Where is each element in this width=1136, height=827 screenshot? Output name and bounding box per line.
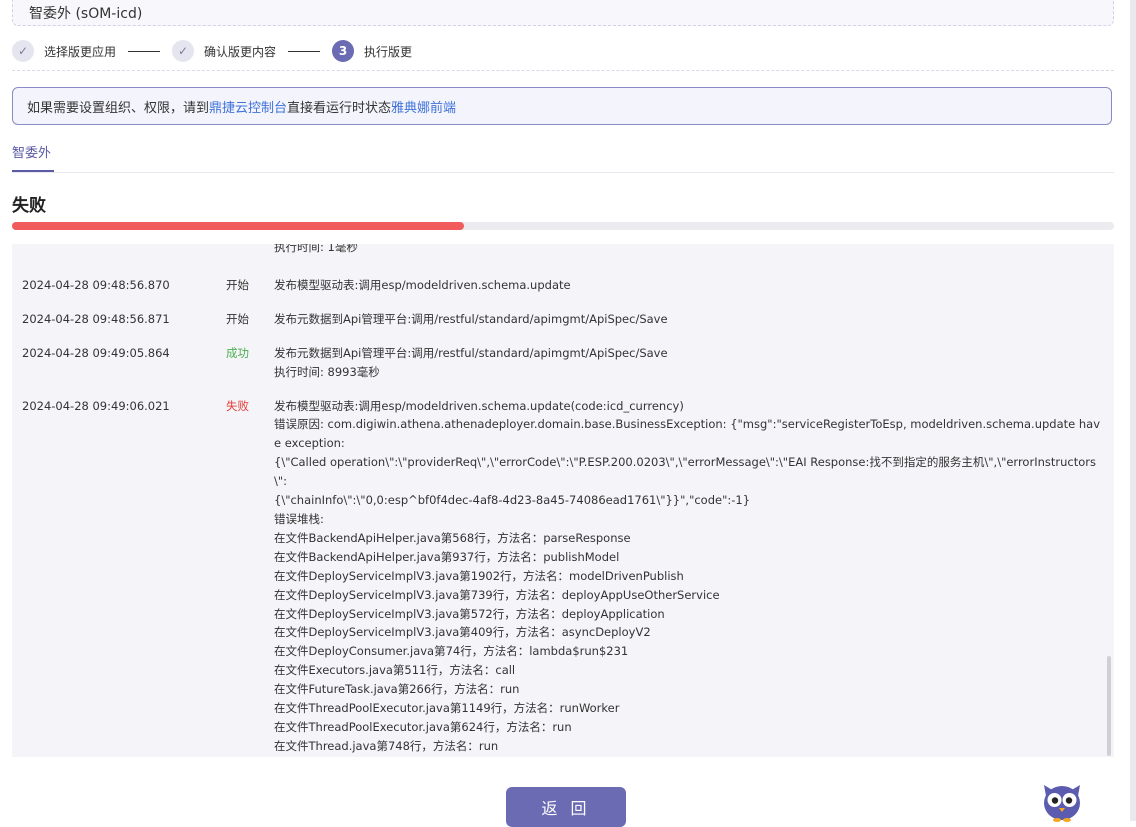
log-entry: 2024-04-28 09:48:56.871 开始 发布元数据到Api管理平台:调… [12,310,1102,329]
log-row-partial: 执行时间: 1毫秒 [12,244,1102,257]
log-panel[interactable]: 执行时间: 1毫秒 2024-04-28 09:48:56.870 开始 发布模型驱… [12,244,1114,757]
assistant-owl-icon[interactable] [1040,782,1084,822]
step-number: 3 [332,40,355,62]
log-list: 执行时间: 1毫秒 2024-04-28 09:48:56.870 开始 发布模型驱… [12,244,1102,757]
log-entry: 2024-04-28 09:49:05.864 成功 发布元数据到Api管理平台:调… [12,344,1102,382]
progress-fill [12,222,464,230]
log-message: 发布元数据到Api管理平台:调用/restful/standard/apimgm… [274,311,668,326]
step-connector [128,50,161,52]
tab-divider [12,172,1114,173]
log-message: 发布模型驱动表:调用esp/modeldriven.schema.update [274,277,571,292]
log-time: 2024-04-28 09:48:56.871 [22,311,170,326]
step-select-app: ✓ 选择版更应用 [12,40,116,62]
step-label: 选择版更应用 [44,44,117,59]
step-confirm-content: ✓ 确认版更内容 [172,40,276,62]
tab-app[interactable]: 智委外 [12,142,51,161]
scrollbar-thumb[interactable] [1107,656,1111,756]
log-entry: 2024-04-28 09:49:06.021 失败 发布模型驱动表:调用esp/m… [12,397,1102,757]
notice-text: 直接看运行时状态 [287,100,392,116]
log-message: 发布元数据到Api管理平台:调用/restful/standard/apimgm… [274,345,668,379]
step-label: 执行版更 [364,44,413,59]
check-icon: ✓ [172,40,195,62]
log-status: 开始 [226,311,249,326]
check-icon: ✓ [12,40,34,62]
frontend-link[interactable]: 雅典娜前端 [391,97,456,116]
log-status: 失败 [226,398,249,413]
console-link[interactable]: 鼎捷云控制台 [209,97,287,116]
back-button[interactable]: 返 回 [506,787,626,827]
log-status: 成功 [226,345,249,360]
stepper: ✓ 选择版更应用 ✓ 确认版更内容 3 执行版更 [12,38,412,64]
log-time: 2024-04-28 09:49:05.864 [22,345,170,360]
step-label: 确认版更内容 [204,44,277,59]
divider [12,70,1114,71]
progress-bar [12,222,1114,230]
log-message: 发布模型驱动表:调用esp/modeldriven.schema.update(… [274,398,1101,753]
app-name-box: 智委外 (sOM-icd) [12,0,1114,26]
app-name: 智委外 (sOM-icd) [29,6,143,22]
log-status: 开始 [226,277,249,292]
page-scrollbar[interactable] [1130,0,1136,821]
log-time: 2024-04-28 09:48:56.870 [22,277,170,292]
log-message: 执行时间: 1毫秒 [274,244,358,254]
status-title: 失败 [12,196,46,216]
log-entry: 2024-04-28 09:48:56.870 开始 发布模型驱动表:调用esp/m… [12,276,1102,295]
info-notice: 如果需要设置组织、权限，请到 鼎捷云控制台 直接看运行时状态 雅典娜前端 [12,87,1112,125]
step-connector [288,50,321,52]
log-time: 2024-04-28 09:49:06.021 [22,398,170,413]
step-execute: 3 执行版更 [332,40,412,62]
notice-text: 如果需要设置组织、权限，请到 [27,100,210,116]
